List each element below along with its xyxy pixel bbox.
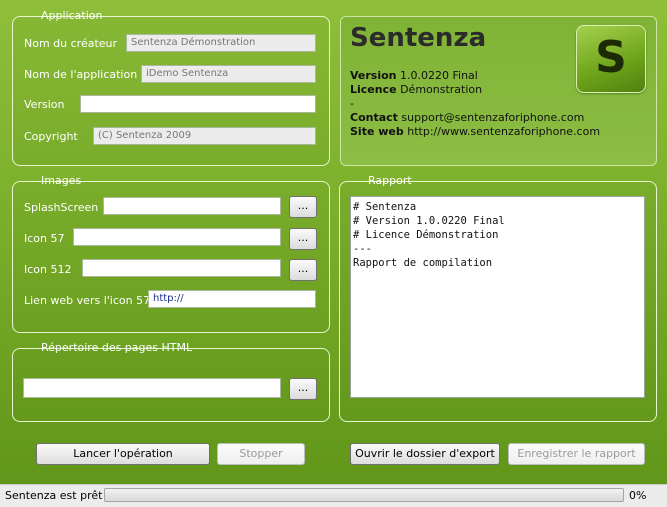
application-legend: Application — [41, 9, 103, 22]
html-dir-legend: Répertoire des pages HTML — [41, 341, 193, 354]
icon512-label: Icon 512 — [24, 263, 72, 276]
splash-field[interactable] — [103, 197, 281, 215]
icon512-field[interactable] — [82, 259, 281, 277]
version-val: 1.0.0220 Final — [396, 69, 478, 82]
licence-key: Licence — [350, 83, 397, 96]
icon512-browse-button[interactable]: ... — [289, 259, 317, 281]
launch-button[interactable]: Lancer l'opération — [36, 443, 210, 465]
splash-browse-button[interactable]: ... — [289, 196, 317, 218]
copyright-label: Copyright — [24, 130, 78, 143]
copyright-field[interactable]: (C) Sentenza 2009 — [93, 127, 316, 145]
version-key: Version — [350, 69, 397, 82]
weblink-field[interactable]: http:// — [148, 290, 316, 308]
site-val: http://www.sentenzaforiphone.com — [403, 125, 601, 138]
icon57-field[interactable] — [73, 228, 281, 246]
html-dir-field[interactable] — [23, 378, 281, 398]
images-legend: Images — [41, 174, 82, 187]
open-export-button[interactable]: Ouvrir le dossier d'export — [350, 443, 500, 465]
creator-field[interactable]: Sentenza Démonstration — [126, 34, 316, 52]
separator-dash: - — [350, 97, 354, 110]
html-dir-browse-button[interactable]: ... — [289, 378, 317, 400]
progress-bar — [104, 488, 624, 502]
version-field[interactable] — [80, 95, 316, 113]
site-key: Site web — [350, 125, 404, 138]
report-legend: Rapport — [368, 174, 412, 187]
licence-val: Démonstration — [396, 83, 483, 96]
stop-button[interactable]: Stopper — [217, 443, 305, 465]
splash-label: SplashScreen — [24, 201, 99, 214]
contact-key: Contact — [350, 111, 398, 124]
appname-field[interactable]: iDemo Sentenza — [141, 65, 316, 83]
icon57-browse-button[interactable]: ... — [289, 228, 317, 250]
sentenza-logo-icon: S — [576, 25, 646, 93]
creator-label: Nom du créateur — [24, 37, 118, 50]
weblink-label: Lien web vers l'icon 57 — [24, 294, 151, 307]
progress-percent: 0% — [629, 489, 647, 502]
contact-val: support@sentenzaforiphone.com — [397, 111, 585, 124]
licence-info: Licence Démonstration — [350, 83, 482, 96]
product-info-panel: Sentenza Version 1.0.0220 Final Licence … — [340, 16, 657, 166]
version-info: Version 1.0.0220 Final — [350, 69, 478, 82]
save-report-button[interactable]: Enregistrer le rapport — [508, 443, 645, 465]
status-bar: Sentenza est prêt ! 0% — [0, 484, 667, 507]
contact-info: Contact support@sentenzaforiphone.com — [350, 111, 584, 124]
icon57-label: Icon 57 — [24, 232, 65, 245]
appname-label: Nom de l'application — [24, 68, 138, 81]
report-textarea[interactable]: # Sentenza # Version 1.0.0220 Final # Li… — [350, 196, 645, 398]
site-info: Site web http://www.sentenzaforiphone.co… — [350, 125, 600, 138]
version-label: Version — [24, 98, 65, 111]
product-title: Sentenza — [350, 23, 487, 53]
status-text: Sentenza est prêt ! — [5, 489, 111, 502]
